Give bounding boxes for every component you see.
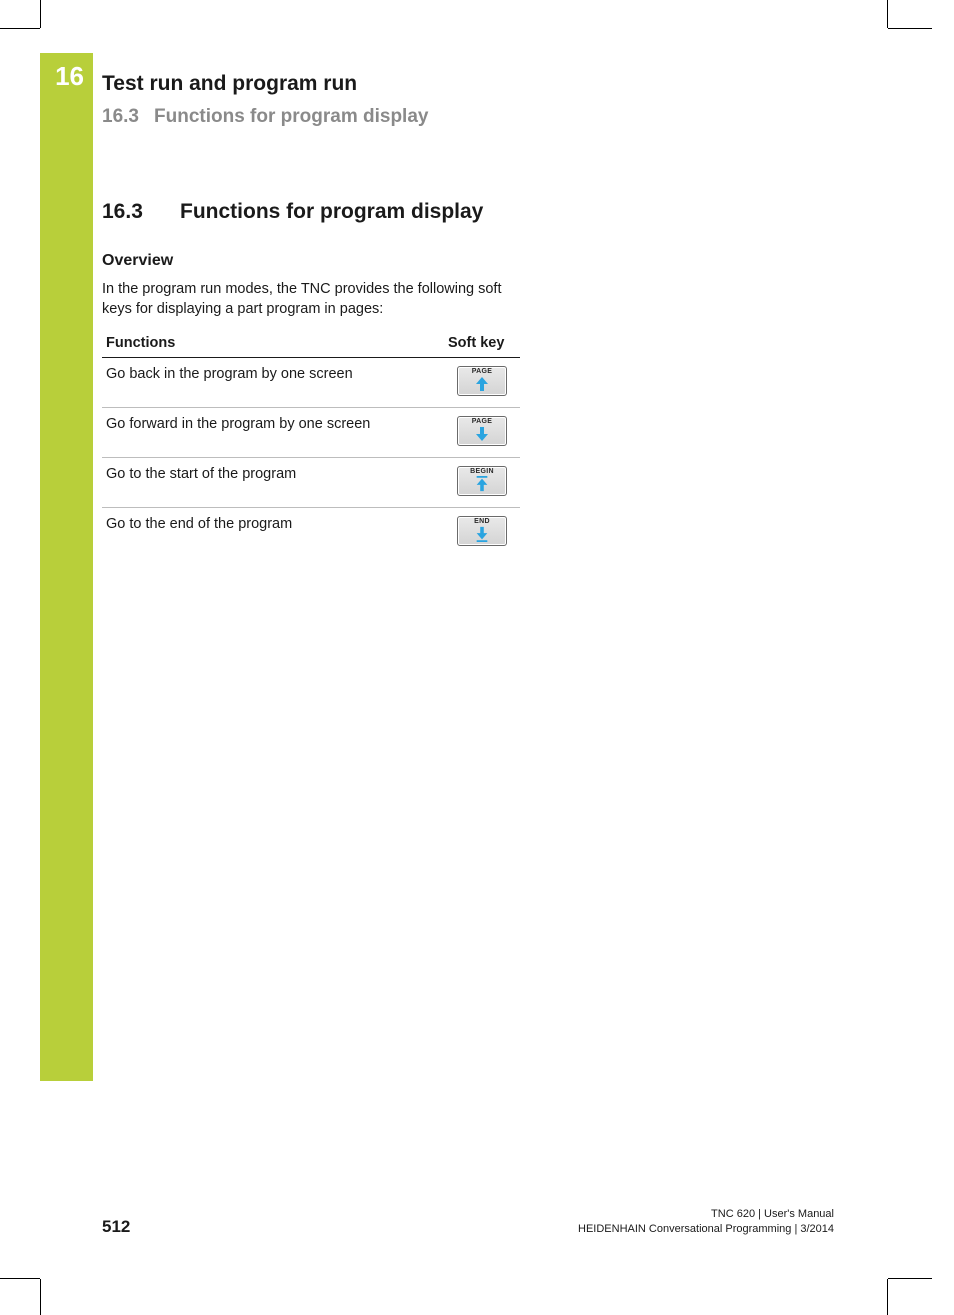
- overview-heading: Overview: [102, 252, 532, 270]
- crop-mark: [40, 1279, 41, 1315]
- footer-meta: TNC 620 | User's Manual HEIDENHAIN Conve…: [578, 1207, 834, 1237]
- header-section-number: 16.3: [102, 106, 154, 128]
- crop-mark: [888, 1278, 932, 1279]
- softkey-cell: END: [444, 508, 520, 558]
- softkey-label: BEGIN: [458, 468, 506, 475]
- crop-mark: [0, 28, 40, 29]
- function-text: Go back in the program by one screen: [102, 358, 444, 408]
- function-text: Go forward in the program by one screen: [102, 408, 444, 458]
- footer-line2: HEIDENHAIN Conversational Programming | …: [578, 1222, 834, 1237]
- chapter-number-badge: 16: [43, 59, 90, 93]
- softkey-label: END: [458, 518, 506, 525]
- page-footer: 512 TNC 620 | User's Manual HEIDENHAIN C…: [102, 1207, 834, 1237]
- softkey-begin: BEGIN: [457, 466, 507, 496]
- chapter-sidebar: [40, 53, 93, 1081]
- softkey-cell: BEGIN: [444, 458, 520, 508]
- arrow-down-icon: [475, 426, 489, 442]
- chapter-title: Test run and program run: [102, 72, 862, 96]
- page-number: 512: [102, 1217, 130, 1237]
- col-softkey: Soft key: [444, 329, 520, 358]
- section-title: Functions for program display: [180, 200, 483, 223]
- header-section: 16.3Functions for program display: [102, 106, 862, 128]
- arrow-up-icon: [475, 376, 489, 392]
- page: 16 Test run and program run 16.3Function…: [0, 0, 954, 1315]
- crop-mark: [887, 1279, 888, 1315]
- softkey-page-down: PAGE: [457, 416, 507, 446]
- arrow-up-bar-icon: [475, 476, 489, 492]
- table-row: Go to the end of the program END: [102, 508, 520, 558]
- content-body: 16.3Functions for program display Overvi…: [102, 200, 532, 557]
- softkey-cell: PAGE: [444, 408, 520, 458]
- crop-mark: [40, 0, 41, 28]
- col-functions: Functions: [102, 329, 444, 358]
- running-header: Test run and program run 16.3Functions f…: [102, 72, 862, 128]
- table-row: Go forward in the program by one screen …: [102, 408, 520, 458]
- table-row: Go to the start of the program BEGIN: [102, 458, 520, 508]
- header-section-title: Functions for program display: [154, 106, 428, 127]
- arrow-down-bar-icon: [475, 526, 489, 542]
- crop-mark: [887, 0, 888, 28]
- softkey-end: END: [457, 516, 507, 546]
- section-heading: 16.3Functions for program display: [102, 200, 532, 224]
- intro-paragraph: In the program run modes, the TNC provid…: [102, 280, 532, 319]
- footer-line1: TNC 620 | User's Manual: [578, 1207, 834, 1222]
- softkey-cell: PAGE: [444, 358, 520, 408]
- softkey-label: PAGE: [458, 368, 506, 375]
- softkey-label: PAGE: [458, 418, 506, 425]
- table-row: Go back in the program by one screen PAG…: [102, 358, 520, 408]
- softkey-page-up: PAGE: [457, 366, 507, 396]
- crop-mark: [0, 1278, 40, 1279]
- function-text: Go to the end of the program: [102, 508, 444, 558]
- crop-mark: [888, 28, 932, 29]
- function-text: Go to the start of the program: [102, 458, 444, 508]
- section-number: 16.3: [102, 200, 180, 224]
- functions-table: Functions Soft key Go back in the progra…: [102, 329, 520, 557]
